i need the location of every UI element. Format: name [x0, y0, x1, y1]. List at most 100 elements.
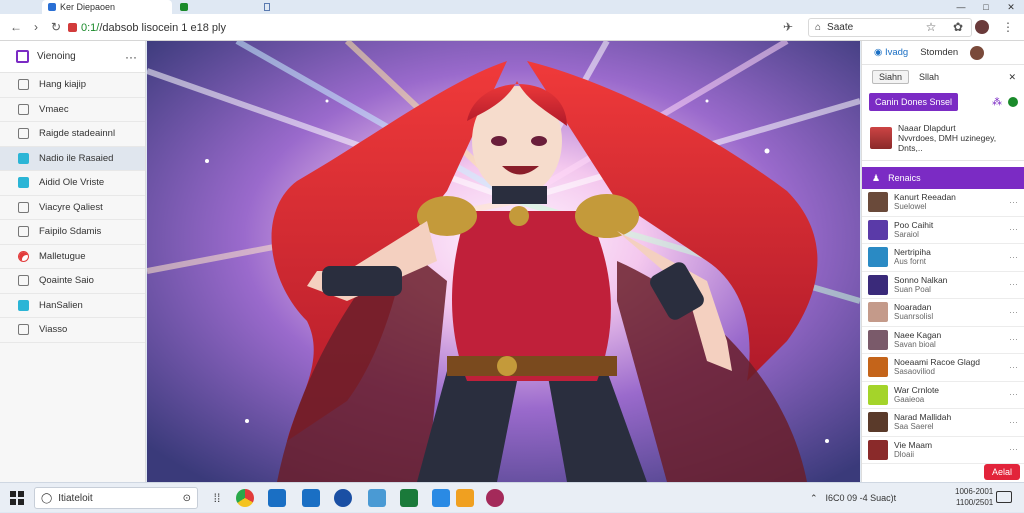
filter-label[interactable]: Sllah: [919, 72, 939, 82]
sidebar-item-label: Malletugue: [39, 250, 86, 262]
folder-icon[interactable]: [456, 489, 474, 507]
more-icon[interactable]: ⋯: [1009, 389, 1018, 400]
pin-icon[interactable]: ✈: [780, 19, 796, 35]
task-view-icon[interactable]: ⁞⁞: [208, 489, 226, 507]
list-item[interactable]: Narad Mallidah Saa Saerel ⋯: [862, 409, 1024, 437]
list-item-name: Noaradan: [894, 302, 932, 313]
excel-icon[interactable]: [400, 489, 418, 507]
tray-text: I6C0 09 -4 Suac)t: [825, 493, 897, 503]
sidebar-item[interactable]: Viasso: [0, 318, 145, 343]
sidebar-item[interactable]: Aidid Ole Vriste: [0, 171, 145, 196]
more-icon[interactable]: ···: [125, 50, 137, 64]
app-icon: [16, 50, 29, 63]
notification-icon[interactable]: [996, 491, 1012, 503]
sidebar-item[interactable]: Raigde stadeainnl: [0, 122, 145, 147]
bookmark-star-icon[interactable]: ☆: [923, 19, 939, 35]
taskbar-search-text: Itiateloit: [58, 492, 93, 504]
browser-tab[interactable]: Ker Diepaoen: [42, 0, 172, 14]
more-icon[interactable]: ⋯: [1009, 334, 1018, 345]
chrome-icon[interactable]: [236, 489, 254, 507]
reload-icon[interactable]: ↻: [48, 19, 64, 35]
more-icon[interactable]: ⋯: [1009, 252, 1018, 263]
list-item[interactable]: Vie Maam Dloaii ⋯: [862, 437, 1024, 464]
list-item-sub: Savan bioal: [894, 339, 936, 349]
sidebar-item[interactable]: HanSalien: [0, 294, 145, 318]
sidebar-item-label: Hang kiajip: [39, 79, 86, 91]
url-text: /dabsob lisocein 1 e18 ply: [99, 21, 226, 34]
sidebar-title: Vienoing: [37, 51, 76, 62]
list-item[interactable]: Nertripiha Aus fornt ⋯: [862, 244, 1024, 272]
mic-icon[interactable]: ⊙: [183, 493, 191, 504]
list-item[interactable]: Noaradan Suanrsolisl ⋯: [862, 299, 1024, 327]
post-line: Naaar Dlapdurt: [898, 122, 956, 133]
photos-icon[interactable]: [368, 489, 386, 507]
home-icon: ⌂: [815, 22, 822, 33]
list-item[interactable]: War Crnlote Gaaieoa ⋯: [862, 382, 1024, 409]
list-item-name: War Crnlote: [894, 384, 940, 395]
extensions-icon[interactable]: ✿: [950, 19, 966, 35]
minimize-button[interactable]: —: [950, 0, 972, 14]
address-bar[interactable]: 0:1/ /dabsob lisocein 1 e18 ply: [68, 18, 768, 37]
more-icon[interactable]: ⋯: [1009, 362, 1018, 373]
featured-post[interactable]: Naaar Dlapdurt Nvvrdoes, DMH uzinegey, D…: [862, 115, 1024, 161]
avatar: [868, 384, 888, 405]
profile-avatar[interactable]: [975, 20, 989, 34]
close-window-button[interactable]: ✕: [1000, 0, 1022, 14]
sidebar-item[interactable]: Qoainte Saio: [0, 269, 145, 294]
list-item-sub: Suan Poal: [894, 284, 931, 294]
close-icon[interactable]: ✕: [1008, 72, 1016, 83]
files-icon[interactable]: [268, 489, 286, 507]
filter-chip[interactable]: Siahn: [872, 70, 910, 84]
media-icon[interactable]: [486, 489, 504, 507]
menu-icon[interactable]: ⋮: [1000, 19, 1016, 35]
maximize-button[interactable]: □: [975, 0, 997, 14]
list-item-sub: Suanrsolisl: [894, 312, 934, 322]
more-icon[interactable]: ⋯: [1009, 224, 1018, 235]
sidebar-item[interactable]: Hang kiajip: [0, 73, 145, 98]
sidebar-item-label: Faipilo Sdamis: [39, 226, 102, 238]
sidebar-item[interactable]: Malletugue: [0, 245, 145, 269]
more-icon[interactable]: ⋯: [1009, 197, 1018, 208]
mail-icon[interactable]: [432, 489, 450, 507]
list-item[interactable]: Sonno Nalkan Suan Poal ⋯: [862, 272, 1024, 299]
more-icon[interactable]: ⋯: [1009, 417, 1018, 428]
list-item-sub: Saraiol: [894, 229, 919, 239]
list-item[interactable]: Noeaami Racoe Glagd Sasaoviliod ⋯: [862, 354, 1024, 382]
more-icon[interactable]: ⋯: [1009, 444, 1018, 455]
sidebar-item-label: Viasso: [39, 324, 68, 336]
person-icon: ♟: [872, 172, 881, 183]
taskbar-search[interactable]: ◯ Itiateloit ⊙: [34, 487, 198, 509]
grid-icon[interactable]: ⁂: [992, 97, 1002, 108]
more-icon[interactable]: ⋯: [1009, 307, 1018, 318]
section-title: Renaics: [888, 173, 921, 183]
tab-stomden[interactable]: Stomden: [920, 47, 958, 58]
browser-tab[interactable]: [174, 0, 198, 14]
clock-line: 1006-2001: [955, 487, 994, 496]
tab-ivadg[interactable]: ◉ Ivadg: [874, 47, 908, 58]
chevron-up-icon[interactable]: ⌃: [810, 493, 818, 504]
list-item[interactable]: Poo Caihit Saraiol ⋯: [862, 217, 1024, 244]
more-icon[interactable]: ⋯: [1009, 279, 1018, 290]
edge-icon[interactable]: [334, 489, 352, 507]
list-item[interactable]: Kanurt Reeadan Suelowel ⋯: [862, 189, 1024, 217]
back-arrow-icon[interactable]: ←: [8, 19, 24, 35]
item-icon: [18, 226, 29, 238]
primary-action-button[interactable]: Canin Dones Snsel: [869, 93, 959, 111]
item-icon: [18, 103, 29, 115]
new-tab-button[interactable]: [258, 0, 276, 14]
avatar: [868, 219, 888, 240]
user-avatar[interactable]: [970, 45, 985, 60]
red-action-button[interactable]: Aelal: [983, 464, 1020, 480]
browser-tab-strip: Ker Diepaoen — □ ✕: [0, 0, 1024, 14]
sidebar-item[interactable]: Vmaec: [0, 98, 145, 122]
forward-arrow-icon[interactable]: ›: [28, 19, 44, 35]
sidebar-item[interactable]: Nadio ile Rasaied: [0, 146, 145, 171]
store-icon[interactable]: [302, 489, 320, 507]
sidebar-item[interactable]: Faipilo Sdamis: [0, 220, 145, 245]
search-field[interactable]: ⌂ Saate: [808, 18, 972, 37]
clock[interactable]: 1006-2001 1100/2501: [955, 486, 993, 508]
sidebar-item[interactable]: Viacyre Qaliest: [0, 196, 145, 220]
action-row: Canin Dones Snsel ⁂: [862, 89, 1024, 115]
list-item[interactable]: Naee Kagan Savan bioal ⋯: [862, 327, 1024, 354]
start-icon[interactable]: [10, 491, 24, 505]
